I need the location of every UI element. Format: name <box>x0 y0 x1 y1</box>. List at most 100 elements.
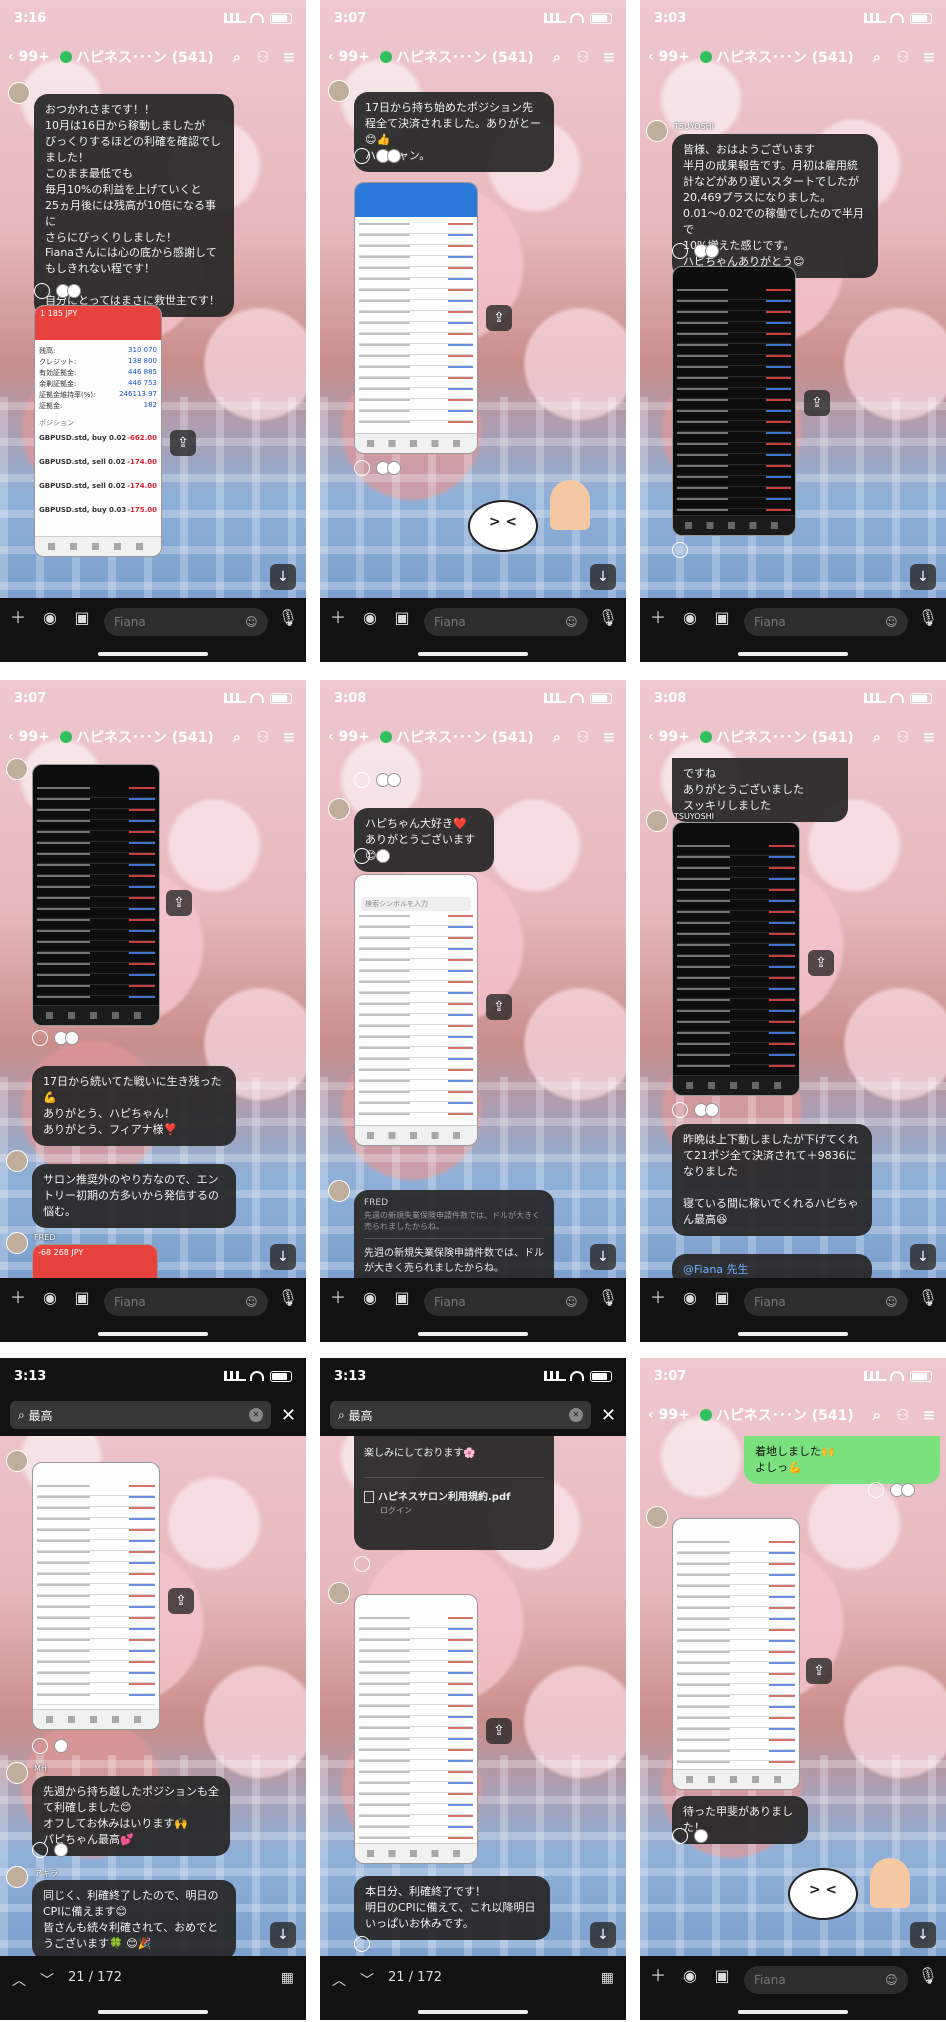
reaction-row[interactable] <box>672 1828 708 1844</box>
account-screenshot[interactable]: 1 185 JPY 残高: 310 070 クレジット: 138 800 有効証拠金… <box>34 305 162 557</box>
mic-icon[interactable]: 🎙 <box>278 1288 298 1307</box>
camera-icon[interactable]: ◉ <box>40 608 60 628</box>
reaction-row[interactable] <box>354 460 401 476</box>
avatar[interactable] <box>6 1762 28 1784</box>
own-message-bubble[interactable]: 着地しました🙌 よしっ💪 <box>744 1436 940 1484</box>
search-icon[interactable]: ⌕ <box>868 48 886 66</box>
clear-icon[interactable]: × <box>248 1408 263 1422</box>
avatar[interactable] <box>6 1450 28 1472</box>
message-input[interactable]: Fiana ☺ <box>104 1288 268 1316</box>
reaction-row[interactable] <box>34 283 81 299</box>
clear-icon[interactable]: × <box>568 1408 583 1422</box>
plus-icon[interactable]: ＋ <box>8 1288 28 1308</box>
mic-icon[interactable]: 🎙 <box>918 1288 938 1307</box>
reaction-add-icon[interactable] <box>354 148 370 164</box>
menu-icon[interactable]: ≡ <box>600 728 618 746</box>
mic-icon[interactable]: 🎙 <box>918 1966 938 1985</box>
scroll-down-icon[interactable]: ↓ <box>590 1244 616 1270</box>
avatar[interactable] <box>6 1866 28 1888</box>
chat-search-input[interactable]: ⌕ 最高 × <box>10 1401 271 1429</box>
mic-icon[interactable]: 🎙 <box>598 1288 618 1307</box>
trade-history-screenshot[interactable] <box>672 266 796 536</box>
camera-icon[interactable]: ◉ <box>360 1288 380 1308</box>
reaction-add-icon[interactable] <box>672 1102 688 1118</box>
add-friend-icon[interactable]: ⚇ <box>894 728 912 746</box>
symbol-search-input[interactable]: 検索シンボルを入力 <box>361 897 471 911</box>
share-icon[interactable]: ⇪ <box>170 430 196 456</box>
message-input[interactable]: Fiana ☺ <box>104 608 268 636</box>
message-input[interactable]: Fiana ☺ <box>424 1288 588 1316</box>
mic-icon[interactable]: 🎙 <box>278 608 298 627</box>
add-friend-icon[interactable]: ⚇ <box>894 1406 912 1424</box>
chevron-up-icon[interactable]: ︿ <box>12 1970 26 1990</box>
emoji-icon[interactable]: ☺ <box>885 1973 898 1987</box>
back-button[interactable]: ‹ 99+ <box>8 49 50 65</box>
plus-icon[interactable]: ＋ <box>648 608 668 628</box>
search-icon[interactable]: ⌕ <box>548 728 566 746</box>
close-icon[interactable]: ✕ <box>281 1405 296 1426</box>
back-button[interactable]: ‹ 99+ <box>328 49 370 65</box>
emoji-icon[interactable]: ☺ <box>245 615 258 629</box>
reaction-add-icon[interactable] <box>672 542 688 558</box>
emoji-icon[interactable]: ☺ <box>565 1295 578 1309</box>
search-icon[interactable]: ⌕ <box>868 1406 886 1424</box>
menu-icon[interactable]: ≡ <box>280 728 298 746</box>
share-icon[interactable]: ⇪ <box>808 950 834 976</box>
search-icon[interactable]: ⌕ <box>228 48 246 66</box>
avatar[interactable] <box>8 82 30 104</box>
reaction-row[interactable] <box>354 148 401 164</box>
search-icon[interactable]: ⌕ <box>548 48 566 66</box>
camera-icon[interactable]: ◉ <box>360 608 380 628</box>
reaction-add-icon[interactable] <box>672 243 688 259</box>
message-input[interactable]: Fiana ☺ <box>744 1966 908 1994</box>
reaction-add-icon[interactable] <box>868 1482 884 1498</box>
calendar-icon[interactable]: ▦ <box>601 1970 614 1986</box>
image-icon[interactable]: ▣ <box>712 608 732 628</box>
reaction-row[interactable] <box>354 772 401 788</box>
share-icon[interactable]: ⇪ <box>486 994 512 1020</box>
menu-icon[interactable]: ≡ <box>920 48 938 66</box>
search-icon[interactable]: ⌕ <box>868 728 886 746</box>
message-bubble[interactable]: 同じく、利確終了したので、明日のCPIに備えます😊 皆さんも続々利確されて、おめ… <box>32 1880 236 1960</box>
reaction-add-icon[interactable] <box>672 1828 688 1844</box>
trade-history-screenshot[interactable]: 検索シンボルを入力 <box>354 874 478 1146</box>
file-message[interactable]: 楽しみにしております🌸 ハピネスサロン利用規約.pdf ログイン <box>354 1436 554 1550</box>
back-button[interactable]: ‹ 99+ <box>328 729 370 745</box>
share-icon[interactable]: ⇪ <box>166 890 192 916</box>
add-friend-icon[interactable]: ⚇ <box>254 728 272 746</box>
add-friend-icon[interactable]: ⚇ <box>894 48 912 66</box>
trade-history-screenshot[interactable] <box>32 1462 160 1730</box>
mic-icon[interactable]: 🎙 <box>598 608 618 627</box>
message-bubble[interactable]: 17日から続いてた戦いに生き残った💪 ありがとう、ハピちゃん！ ありがとう、フィ… <box>32 1066 236 1146</box>
avatar[interactable] <box>646 810 668 832</box>
trade-history-screenshot[interactable] <box>672 822 800 1096</box>
scroll-down-icon[interactable]: ↓ <box>910 564 936 590</box>
reaction-add-icon[interactable] <box>354 460 370 476</box>
image-icon[interactable]: ▣ <box>712 1288 732 1308</box>
avatar[interactable] <box>646 1506 668 1528</box>
trade-history-screenshot[interactable] <box>32 764 160 1026</box>
image-icon[interactable]: ▣ <box>392 608 412 628</box>
chat-search-input[interactable]: ⌕ 最高 × <box>330 1401 591 1429</box>
emoji-icon[interactable]: ☺ <box>885 1295 898 1309</box>
share-icon[interactable]: ⇪ <box>168 1588 194 1614</box>
avatar[interactable] <box>646 120 668 142</box>
camera-icon[interactable]: ◉ <box>680 608 700 628</box>
add-friend-icon[interactable]: ⚇ <box>574 728 592 746</box>
mic-icon[interactable]: 🎙 <box>918 608 938 627</box>
avatar[interactable] <box>328 80 350 102</box>
plus-icon[interactable]: ＋ <box>648 1966 668 1986</box>
share-icon[interactable]: ⇪ <box>486 1718 512 1744</box>
avatar[interactable] <box>328 798 350 820</box>
avatar[interactable] <box>6 758 28 780</box>
reaction-add-icon[interactable] <box>32 1842 48 1858</box>
avatar[interactable] <box>328 1180 350 1202</box>
image-icon[interactable]: ▣ <box>72 1288 92 1308</box>
menu-icon[interactable]: ≡ <box>920 728 938 746</box>
emoji-icon[interactable]: ☺ <box>245 1295 258 1309</box>
scroll-down-icon[interactable]: ↓ <box>270 564 296 590</box>
avatar[interactable] <box>328 1582 350 1604</box>
avatar[interactable] <box>6 1150 28 1172</box>
scroll-down-icon[interactable]: ↓ <box>270 1922 296 1948</box>
image-icon[interactable]: ▣ <box>712 1966 732 1986</box>
